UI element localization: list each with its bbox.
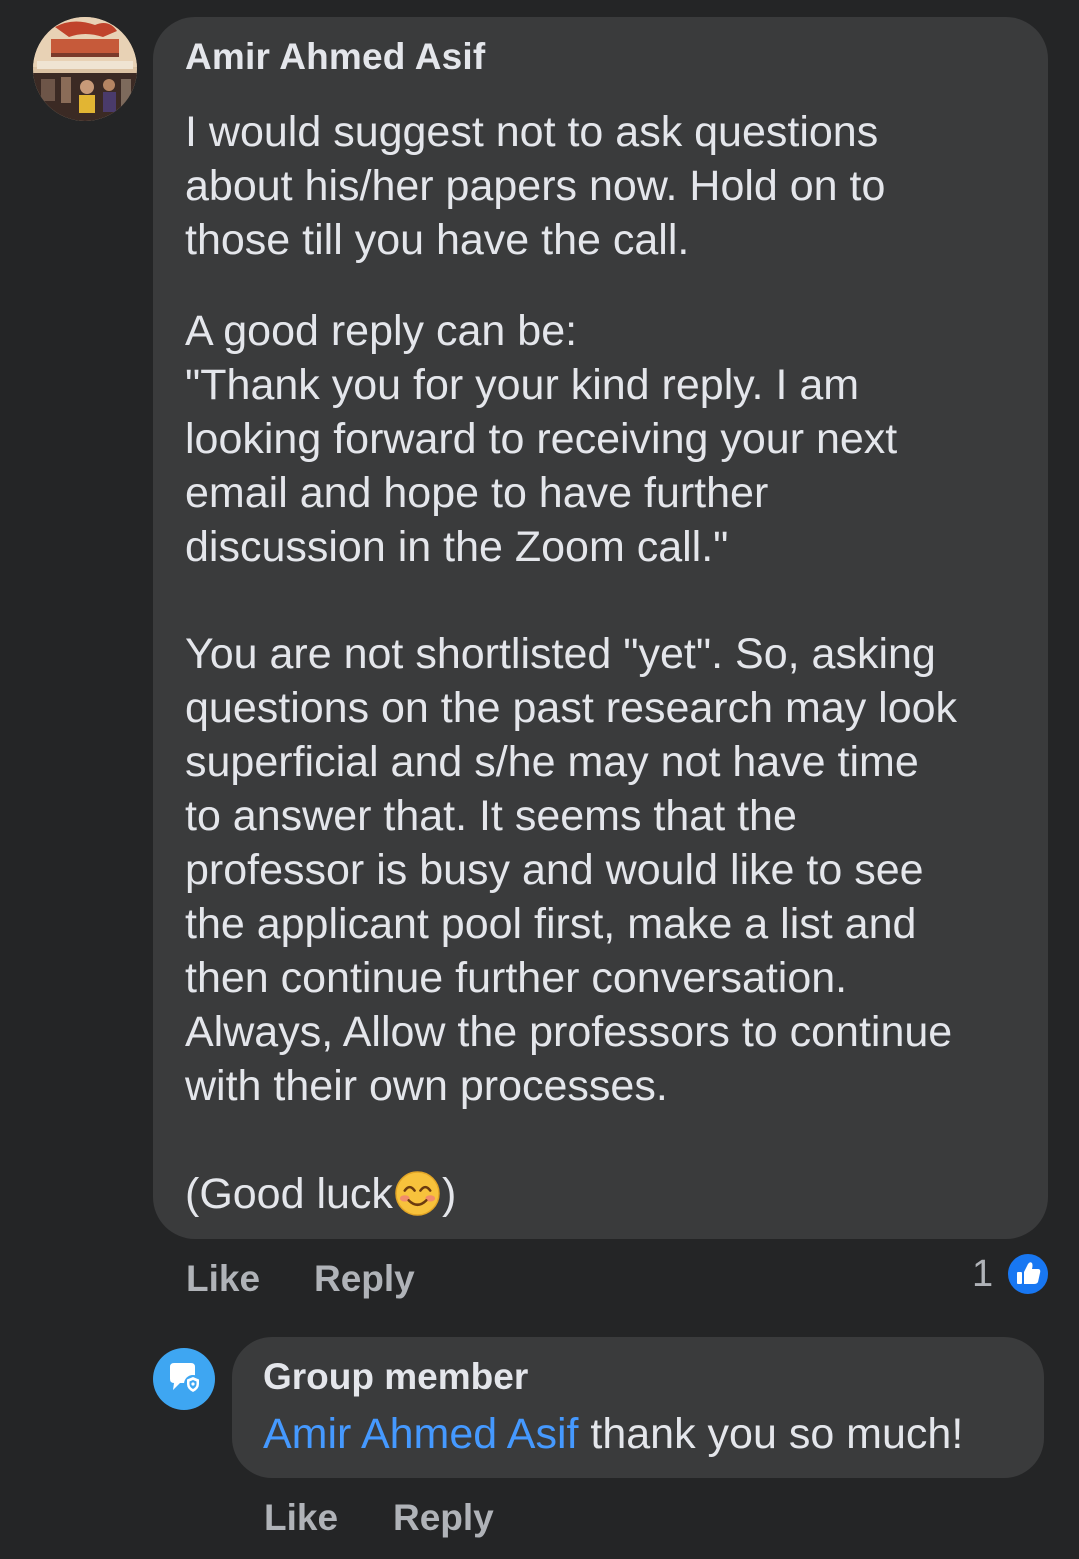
comment-closing: (Good luck )	[185, 1167, 456, 1221]
closing-text: (Good luck	[185, 1170, 393, 1218]
comment-line: the applicant pool first, make a list an…	[185, 900, 917, 948]
reply-button[interactable]: Reply	[314, 1258, 415, 1300]
comment-line: questions on the past research may look	[185, 684, 958, 732]
smiling-face-emoji-icon	[395, 1171, 440, 1216]
comment-line: I would suggest not to ask questions	[185, 108, 879, 156]
comment-paragraph-1: I would suggest not to ask questions abo…	[185, 105, 885, 267]
anonymous-member-icon[interactable]	[153, 1348, 215, 1410]
comment-line: Always, Allow the professors to continue	[185, 1008, 953, 1056]
reply-bubble: Group member Amir Ahmed Asif thank you s…	[232, 1337, 1044, 1478]
avatar-photo	[33, 17, 137, 121]
reply-author-name[interactable]: Group member	[263, 1356, 528, 1398]
comment-line: about his/her papers now. Hold on to	[185, 162, 886, 210]
comment-line: looking forward to receiving your next	[185, 415, 898, 463]
comment-line: then continue further conversation.	[185, 954, 848, 1002]
thumbs-up-icon[interactable]	[1006, 1252, 1050, 1296]
comment-line: email and hope to have further	[185, 469, 769, 517]
comment-line: superficial and s/he may not have time	[185, 738, 919, 786]
commenter-avatar[interactable]	[33, 17, 137, 121]
comment-line: "Thank you for your kind reply. I am	[185, 361, 860, 409]
mention-link[interactable]: Amir Ahmed Asif	[263, 1410, 578, 1458]
comment-paragraph-2: A good reply can be: "Thank you for your…	[185, 304, 897, 574]
comment-line: to answer that. It seems that the	[185, 792, 797, 840]
like-button[interactable]: Like	[186, 1258, 260, 1300]
comment-line: You are not shortlisted "yet". So, askin…	[185, 630, 936, 678]
comment-line: discussion in the Zoom call."	[185, 523, 729, 571]
comment-line: with their own processes.	[185, 1062, 668, 1110]
comment-author-name[interactable]: Amir Ahmed Asif	[185, 36, 485, 78]
comment-line: A good reply can be:	[185, 307, 578, 355]
reply-like-button[interactable]: Like	[264, 1497, 338, 1539]
comment-line: professor is busy and would like to see	[185, 846, 924, 894]
reply-text: Amir Ahmed Asif thank you so much!	[263, 1407, 963, 1461]
comment-line: those till you have the call.	[185, 216, 690, 264]
closing-text-end: )	[441, 1170, 457, 1218]
reply-reply-button[interactable]: Reply	[393, 1497, 494, 1539]
comment-bubble: Amir Ahmed Asif I would suggest not to a…	[153, 17, 1048, 1239]
reaction-count[interactable]: 1	[972, 1253, 993, 1296]
reply-message: thank you so much!	[578, 1410, 964, 1458]
comment-paragraph-3: You are not shortlisted "yet". So, askin…	[185, 627, 957, 1113]
